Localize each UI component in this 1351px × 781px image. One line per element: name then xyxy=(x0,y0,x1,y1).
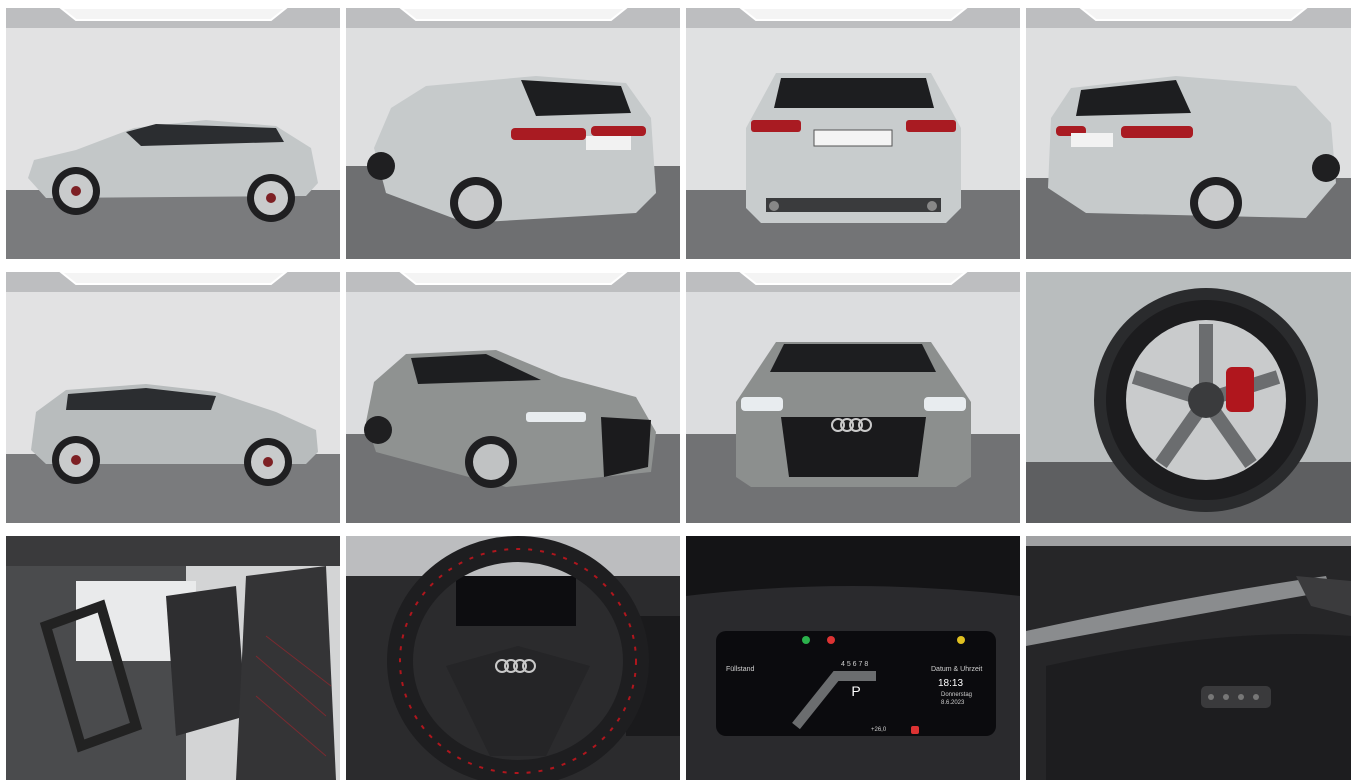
thumbnail-rear-three-quarter-right[interactable] xyxy=(1026,8,1351,259)
thumbnail-rear-three-quarter-left[interactable] xyxy=(346,8,680,259)
temperature-readout: +26,0 xyxy=(871,727,887,733)
car-rear-right-image xyxy=(1026,8,1351,259)
car-side-left-image xyxy=(6,8,340,259)
gear-indicator: P xyxy=(851,683,860,699)
thumbnail-door-panel[interactable] xyxy=(1026,536,1351,780)
thumbnail-side-left[interactable] xyxy=(6,8,340,259)
car-side-right-image xyxy=(6,272,340,523)
car-front-three-quarter-image xyxy=(346,272,680,523)
wheel-detail-image xyxy=(1026,272,1351,523)
thumbnail-wheel-detail[interactable] xyxy=(1026,272,1351,523)
steering-wheel-image xyxy=(346,536,680,780)
interior-seats-image xyxy=(6,536,340,780)
day-label: Donnerstag xyxy=(941,692,972,698)
thumbnail-rear[interactable] xyxy=(686,8,1020,259)
car-front-image xyxy=(686,272,1020,523)
fuel-level-label: Füllstand xyxy=(726,666,755,673)
thumbnail-front-three-quarter-left[interactable] xyxy=(346,272,680,523)
thumbnail-side-right[interactable] xyxy=(6,272,340,523)
digital-cockpit-image: P 4 5 6 7 8 Füllstand Datum & Uhrzeit 18… xyxy=(686,536,1020,780)
door-panel-image xyxy=(1026,536,1351,780)
photo-gallery: P 4 5 6 7 8 Füllstand Datum & Uhrzeit 18… xyxy=(0,0,1351,781)
thumbnail-interior-seats[interactable] xyxy=(6,536,340,780)
date-label: 8.6.2023 xyxy=(941,700,965,706)
thumbnail-front[interactable] xyxy=(686,272,1020,523)
car-rear-image xyxy=(686,8,1020,259)
thumbnail-steering-wheel[interactable] xyxy=(346,536,680,780)
clock-time: 18:13 xyxy=(938,678,963,689)
thumbnail-digital-cockpit[interactable]: P 4 5 6 7 8 Füllstand Datum & Uhrzeit 18… xyxy=(686,536,1020,780)
date-time-label: Datum & Uhrzeit xyxy=(931,666,982,673)
car-rear-three-quarter-image xyxy=(346,8,680,259)
gear-scale: 4 5 6 7 8 xyxy=(841,661,868,668)
